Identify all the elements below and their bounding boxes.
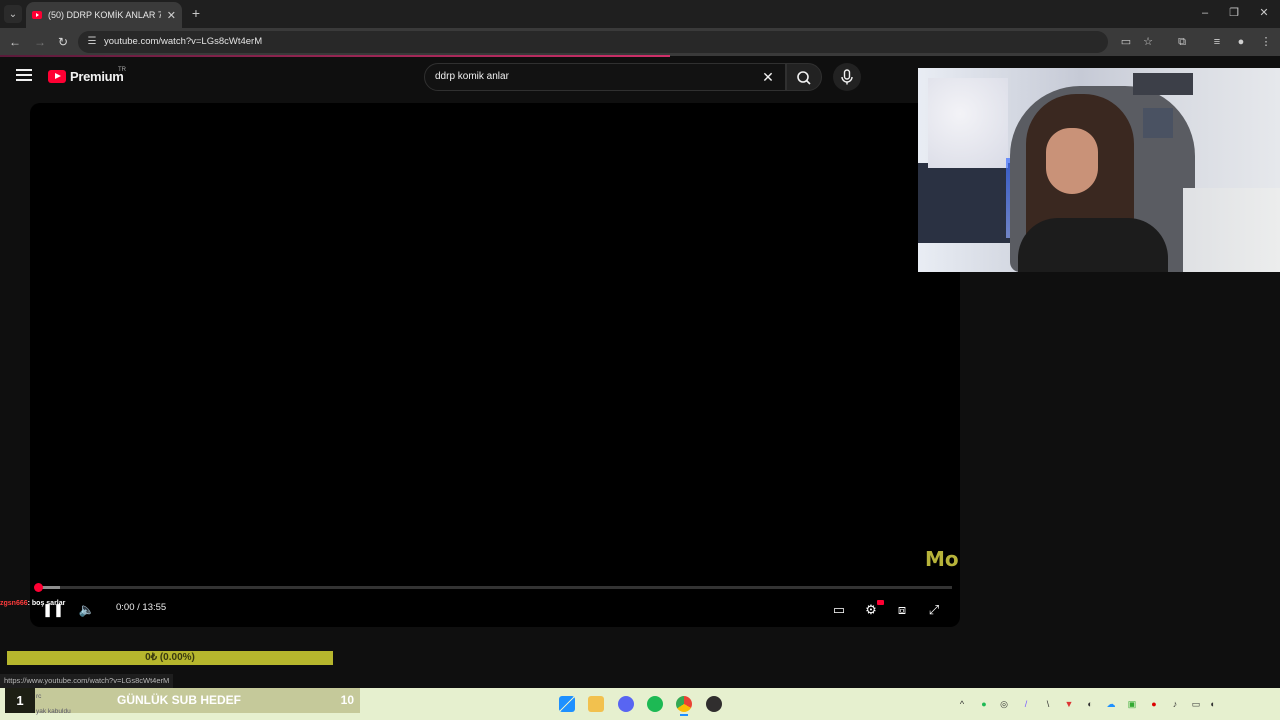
sub-caption: yak kabuldu (36, 708, 71, 715)
search-button[interactable] (786, 63, 822, 91)
miniplayer-icon[interactable]: ⧈ (891, 599, 913, 621)
tray-nvidia-icon[interactable]: ▣ (1126, 698, 1138, 710)
active-app-indicator (680, 714, 688, 716)
streamer-webcam (918, 68, 1280, 272)
address-bar[interactable]: ☰ youtube.com/watch?v=LGs8cWt4erM (78, 31, 1108, 53)
minimize-button[interactable]: – (1198, 6, 1212, 20)
clear-search-icon[interactable]: ✕ (759, 68, 777, 86)
tray-steam-icon[interactable]: ◎ (998, 698, 1010, 710)
url-text[interactable]: youtube.com/watch?v=LGs8cWt4erM (104, 36, 262, 47)
webcam-bed (918, 163, 1013, 243)
youtube-premium-logo[interactable]: Premium (48, 69, 124, 84)
tab-title: (50) DDRP KOMİK ANLAR 7. BÖ (48, 10, 161, 20)
discord-icon[interactable] (618, 696, 634, 712)
tray-microphone-icon[interactable]: ♪ (1169, 698, 1181, 710)
sub-count: 1 (5, 688, 35, 713)
browser-menu-icon[interactable]: ⋮ (1259, 35, 1273, 49)
new-tab-button[interactable]: + (188, 5, 204, 21)
search-input[interactable]: ddrp komik anlar ✕ (424, 63, 786, 91)
fullscreen-icon[interactable]: ⤢ (923, 599, 945, 621)
sub-goal-target: 10 (340, 693, 354, 707)
progress-bar[interactable] (38, 586, 952, 589)
tray-record-icon[interactable]: ● (1148, 698, 1160, 710)
video-player[interactable]: Mo ❚❚ 🔈 0:00 / 13:55 ▭ ⚙ ⧈ ⤢ (30, 103, 960, 627)
webcam-radiator (1183, 188, 1280, 272)
search-query[interactable]: ddrp komik anlar (435, 71, 509, 82)
forward-button[interactable]: → (33, 35, 47, 49)
donation-goal-text: 0₺ (0.00%) (145, 652, 195, 663)
region-code: TR (118, 67, 126, 73)
channel-watermark-logo[interactable]: Mo (925, 547, 959, 571)
tray-display-icon[interactable]: ▭ (1190, 698, 1202, 710)
browser-tab-strip: ⌄ (50) DDRP KOMİK ANLAR 7. BÖ ✕ + – ❐ ✕ (0, 0, 1280, 28)
start-button-icon[interactable] (559, 696, 575, 712)
volume-icon[interactable]: 🔈 (76, 599, 98, 621)
chat-username: zgsn666 (0, 600, 28, 607)
file-explorer-icon[interactable] (588, 696, 604, 712)
search-icon (797, 71, 811, 85)
tab-close-icon[interactable]: ✕ (167, 9, 176, 22)
tab-search-chevron-icon[interactable]: ⌄ (4, 5, 22, 23)
hd-badge (877, 600, 884, 605)
cast-icon[interactable]: ▭ (1119, 35, 1133, 49)
chrome-icon[interactable] (676, 696, 692, 712)
webcam-wall (928, 78, 1008, 168)
logo-text: Premium (70, 69, 124, 84)
tray-overflow-icon[interactable]: ^ (956, 698, 968, 710)
progress-scrubber[interactable] (34, 583, 43, 592)
profile-avatar[interactable]: ● (1234, 35, 1248, 49)
tray-spotify-icon[interactable]: ● (978, 698, 990, 710)
tray-speaker-icon[interactable]: ◖ (1206, 698, 1218, 710)
extensions-icon[interactable]: ⧉ (1175, 35, 1189, 49)
sub-goal-label: GÜNLÜK SUB HEDEF (117, 693, 242, 707)
webcam-frame (1143, 108, 1173, 138)
tray-pen-icon[interactable]: / (1020, 698, 1032, 710)
time-display: 0:00 / 13:55 (116, 602, 167, 613)
sub-caption-top: rc (36, 693, 42, 700)
webcam-face (1046, 128, 1098, 194)
chat-text: : boş şarlar (27, 600, 66, 607)
media-control-icon[interactable]: ≡ (1210, 35, 1224, 49)
tray-app-icon[interactable]: ◐ (1084, 698, 1096, 710)
browser-tab-active[interactable]: (50) DDRP KOMİK ANLAR 7. BÖ ✕ (26, 2, 182, 28)
youtube-favicon-icon (32, 11, 42, 19)
page-loading-bar (0, 55, 670, 57)
microphone-icon (841, 69, 853, 85)
tray-cloud-icon[interactable]: ☁ (1105, 698, 1117, 710)
obs-icon[interactable] (706, 696, 722, 712)
voice-search-button[interactable] (833, 63, 861, 91)
reload-button[interactable]: ↻ (56, 35, 70, 49)
bookmark-star-icon[interactable]: ☆ (1141, 35, 1155, 49)
youtube-logo-icon (48, 70, 66, 83)
back-button[interactable]: ← (8, 35, 22, 49)
browser-toolbar: ← → ↻ ☰ youtube.com/watch?v=LGs8cWt4erM … (0, 28, 1280, 56)
taskbar-clock[interactable] (1230, 690, 1276, 716)
webcam-shirt (1018, 218, 1168, 272)
site-info-icon[interactable]: ☰ (86, 36, 98, 48)
restore-button[interactable]: ❐ (1227, 6, 1241, 20)
close-window-button[interactable]: ✕ (1257, 6, 1271, 20)
stream-chat-message: zgsn666: boş şarlar (0, 600, 65, 607)
link-status-bubble: https://www.youtube.com/watch?v=LGs8cWt4… (0, 674, 174, 688)
donation-goal-bar: 0₺ (0.00%) (7, 651, 333, 665)
subtitles-icon[interactable]: ▭ (828, 599, 850, 621)
webcam-shelf (1133, 73, 1193, 95)
guide-menu-icon[interactable] (16, 69, 32, 83)
tray-line-icon[interactable]: \ (1042, 698, 1054, 710)
spotify-icon[interactable] (647, 696, 663, 712)
tray-antivirus-icon[interactable]: ▼ (1063, 698, 1075, 710)
